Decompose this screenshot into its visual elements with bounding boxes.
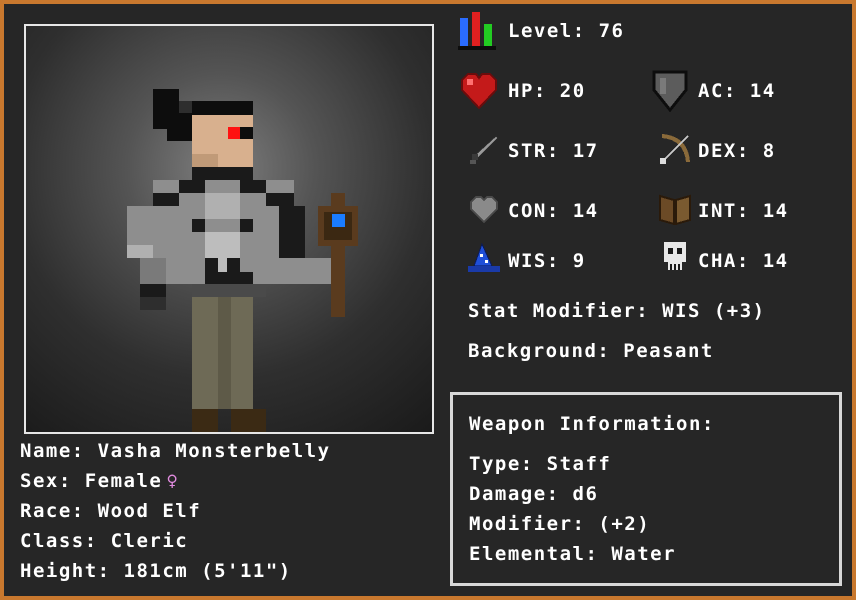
sword-icon xyxy=(470,135,499,164)
character-race: Race: Wood Elf xyxy=(20,500,202,522)
cha-text: CHA: 14 xyxy=(698,250,789,272)
weapon-damage: Damage: d6 xyxy=(469,483,599,505)
hp-text: HP: 20 xyxy=(508,80,586,102)
skull-icon xyxy=(664,242,686,270)
character-card: Name: Vasha Monsterbelly Sex: Female ♀ Ra… xyxy=(4,4,852,596)
str-text: STR: 17 xyxy=(508,140,599,162)
bow-icon xyxy=(660,134,690,164)
book-icon xyxy=(659,194,691,226)
weapon-header: Weapon Information: xyxy=(469,413,715,435)
character-class: Class: Cleric xyxy=(20,530,189,552)
ac-text: AC: 14 xyxy=(698,80,776,102)
character-sprite xyxy=(127,89,358,432)
character-portrait xyxy=(24,24,434,434)
background-text: Background: Peasant xyxy=(468,340,714,362)
weapon-type: Type: Staff xyxy=(469,453,612,475)
con-text: CON: 14 xyxy=(508,200,599,222)
wizard-hat-icon xyxy=(468,242,500,272)
grey-heart-icon xyxy=(470,196,498,224)
stat-modifier-text: Stat Modifier: WIS (+3) xyxy=(468,300,766,322)
character-name: Name: Vasha Monsterbelly xyxy=(20,440,331,462)
female-symbol-icon: ♀ xyxy=(166,470,180,492)
heart-icon xyxy=(461,73,497,110)
level-text: Level: 76 xyxy=(508,20,625,42)
shield-icon xyxy=(652,70,688,112)
level-bars-icon xyxy=(458,12,496,50)
int-text: INT: 14 xyxy=(698,200,789,222)
dex-text: DEX: 8 xyxy=(698,140,776,162)
character-height: Height: 181cm (5'11") xyxy=(20,560,292,582)
character-sex-label: Sex: Female xyxy=(20,470,163,492)
weapon-elemental: Elemental: Water xyxy=(469,543,677,565)
wis-text: WIS: 9 xyxy=(508,250,586,272)
weapon-modifier: Modifier: (+2) xyxy=(469,513,651,535)
weapon-info-panel: Weapon Information: Type: Staff Damage: … xyxy=(450,392,842,586)
character-sex: Sex: Female ♀ xyxy=(20,470,179,492)
